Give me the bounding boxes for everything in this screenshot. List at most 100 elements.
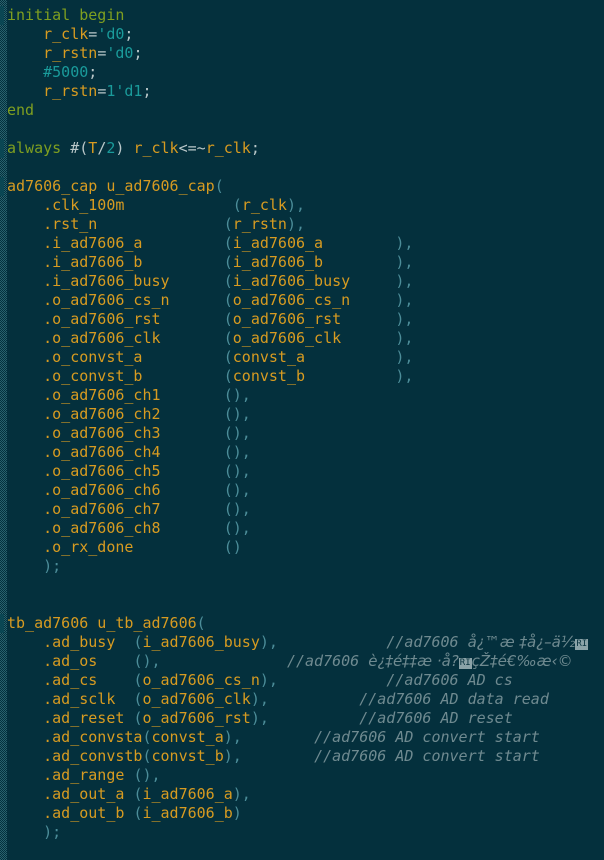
code-token-paren: ),	[259, 633, 278, 651]
code-token-paren: (),	[223, 386, 251, 404]
code-token-ident: o_ad7606_rst	[142, 709, 251, 727]
code-token-paren: ),	[250, 690, 269, 708]
code-token-comment: //ad7606 AD cs	[386, 671, 513, 689]
code-token-ident: .ad_cs	[7, 671, 134, 689]
code-token-punct: <=~	[178, 139, 206, 157]
code-token-paren: (),	[223, 519, 251, 537]
code-token-ident: .rst_n	[7, 215, 224, 233]
code-token-num: 'd0	[106, 44, 134, 62]
code-token-ident: .ad_out_a	[7, 785, 134, 803]
code-token-ident: convst_b	[232, 367, 306, 385]
code-token-ident: .o_rx_done	[7, 538, 224, 556]
code-text-area[interactable]: initial begin r_clk='d0; r_rstn='d0; #50…	[7, 0, 604, 860]
code-token-kw: initial begin	[7, 6, 125, 24]
code-token-comment: //ad7606	[386, 633, 468, 651]
code-token-punct	[161, 652, 287, 670]
code-token-ident: tb_ad7606 u_tb_ad7606	[7, 614, 197, 632]
code-token-punct: ;	[124, 25, 134, 43]
code-token-paren: (),	[223, 500, 251, 518]
code-token-paren: (	[223, 272, 233, 290]
code-token-ident: i_ad7606_b	[232, 253, 324, 271]
code-token-punct	[7, 25, 43, 43]
code-token-paren: (	[223, 253, 233, 271]
code-line: tb_ad7606 u_tb_ad7606(	[7, 614, 604, 633]
code-token-ident: .ad_convstb	[7, 747, 143, 765]
code-token-ident: .ad_busy	[7, 633, 134, 651]
code-token-paren: ),	[259, 671, 278, 689]
code-token-punct: =	[88, 25, 98, 43]
code-line: .ad_convsta(convst_a), //ad7606 AD conve…	[7, 728, 604, 747]
code-token-comment: //ad7606 AD reset	[359, 709, 513, 727]
code-token-punct: ;	[88, 63, 98, 81]
code-line: .ad_out_a (i_ad7606_a),	[7, 785, 604, 804]
code-token-num: 1'd1	[106, 82, 143, 100]
code-token-ident: T	[88, 139, 98, 157]
code-token-ident: o_ad7606_rst	[232, 310, 342, 328]
code-token-ident: .ad_convsta	[7, 728, 143, 746]
code-line: .o_ad7606_rst (o_ad7606_rst ),	[7, 310, 604, 329]
code-token-ident: o_ad7606_cs_n	[142, 671, 260, 689]
code-token-ident: i_ad7606_busy	[142, 633, 260, 651]
code-token-paren: ),	[350, 291, 414, 309]
change-bar-gutter[interactable]	[0, 0, 7, 860]
code-token-ident: convst_b	[151, 747, 224, 765]
code-token-num: 'd0	[97, 25, 125, 43]
code-line: .o_convst_b (convst_b ),	[7, 367, 604, 386]
code-token-ident: .ad_range	[7, 766, 134, 784]
code-token-ident: .clk_100m	[7, 196, 233, 214]
code-token-ident: o_ad7606_clk	[232, 329, 342, 347]
code-token-paren: ),	[341, 310, 414, 328]
code-editor[interactable]: initial begin r_clk='d0; r_rstn='d0; #50…	[0, 0, 604, 860]
code-token-paren: (	[196, 614, 206, 632]
code-token-paren: (),	[133, 766, 161, 784]
code-token-ident: .i_ad7606_a	[7, 234, 224, 252]
code-token-ident: o_ad7606_cs_n	[232, 291, 351, 309]
code-token-paren: ),	[305, 367, 414, 385]
code-line: .o_ad7606_ch4 (),	[7, 443, 604, 462]
code-token-ident: r_clk	[43, 25, 89, 43]
code-token-paren: (	[142, 728, 152, 746]
code-line: .i_ad7606_b (i_ad7606_b ),	[7, 253, 604, 272]
code-line: #5000;	[7, 63, 604, 82]
code-token-paren: (	[232, 196, 242, 214]
code-token-ident: .o_ad7606_ch6	[7, 481, 224, 499]
code-token-paren: );	[7, 823, 62, 841]
code-token-paren: ),	[350, 272, 414, 290]
code-line: .o_ad7606_ch3 (),	[7, 424, 604, 443]
code-token-paren: ()	[223, 538, 242, 556]
code-token-paren: ),	[323, 234, 414, 252]
code-token-ident: r_clk	[205, 139, 251, 157]
code-token-mojibake: è¿‡é‡‡æ ·å?	[368, 652, 459, 670]
code-token-ident: r_rstn	[43, 82, 98, 100]
code-token-paren: (	[223, 310, 233, 328]
code-token-paren: ),	[286, 215, 306, 233]
code-line: .o_ad7606_clk (o_ad7606_clk ),	[7, 329, 604, 348]
code-token-punct: =	[97, 44, 107, 62]
code-token-ident: r_rstn	[232, 215, 287, 233]
code-token-punct: ;	[133, 44, 143, 62]
code-token-ident: i_ad7606_a	[232, 234, 324, 252]
code-token-ident: i_ad7606_a	[142, 785, 233, 803]
code-line: .o_ad7606_ch5 (),	[7, 462, 604, 481]
code-token-punct	[269, 709, 359, 727]
code-token-punct: /	[97, 139, 107, 157]
code-token-paren: );	[7, 557, 62, 575]
code-token-punct: ;	[250, 139, 260, 157]
gutter-line-marker	[0, 139, 4, 158]
code-line: .ad_os (), //ad7606 è¿‡é‡‡æ ·å?RIçŽ‡é€‰æ…	[7, 652, 604, 671]
code-line: .i_ad7606_a (i_ad7606_a ),	[7, 234, 604, 253]
code-line: .o_ad7606_ch6 (),	[7, 481, 604, 500]
code-token-paren: (	[223, 234, 233, 252]
code-line: .o_ad7606_ch8 (),	[7, 519, 604, 538]
missing-glyph-box: RI	[575, 639, 589, 650]
code-line: r_clk='d0;	[7, 25, 604, 44]
code-token-punct	[242, 728, 314, 746]
code-token-ident: convst_a	[232, 348, 306, 366]
code-line: always #(T/2) r_clk<=~r_clk;	[7, 139, 604, 158]
code-token-ident: .i_ad7606_busy	[7, 272, 224, 290]
code-token-paren: (	[214, 177, 224, 195]
code-token-paren: ),	[286, 196, 306, 214]
code-token-punct	[7, 63, 43, 81]
code-line: .o_ad7606_cs_n (o_ad7606_cs_n ),	[7, 291, 604, 310]
